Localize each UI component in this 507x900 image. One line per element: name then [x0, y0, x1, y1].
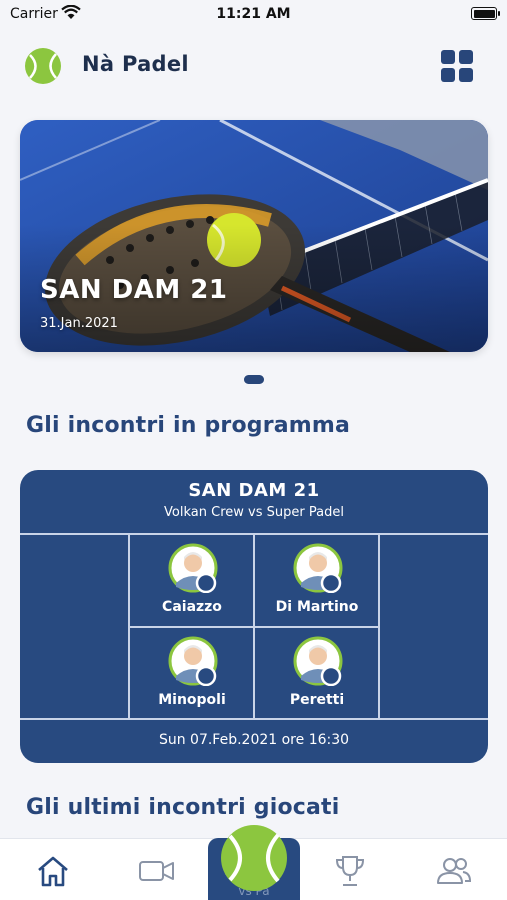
- video-icon: [139, 861, 174, 881]
- carousel-indicator[interactable]: [244, 375, 264, 384]
- home-icon: [38, 856, 68, 887]
- grid-menu-icon[interactable]: [441, 50, 473, 82]
- player-avatar-icon: [168, 543, 218, 593]
- match-title: SAN DAM 21: [188, 480, 320, 501]
- battery-icon: [471, 7, 500, 20]
- tab-players[interactable]: [434, 853, 474, 889]
- match-teams: Volkan Crew vs Super Padel: [164, 505, 344, 520]
- tab-video[interactable]: [137, 853, 177, 889]
- tab-trophy[interactable]: [330, 853, 370, 889]
- player-avatar-icon: [168, 636, 218, 686]
- tennis-ball-icon: [221, 825, 287, 891]
- tab-center-matches[interactable]: NàM vs Pa: [208, 822, 300, 900]
- player-avatar-icon: [293, 636, 343, 686]
- featured-event-card[interactable]: SAN DAM 21 31.Jan.2021: [20, 120, 488, 352]
- tab-home[interactable]: [33, 853, 73, 889]
- player-slot[interactable]: Di Martino: [255, 535, 379, 627]
- player-name: Peretti: [289, 692, 345, 708]
- player-slot[interactable]: Minopoli: [130, 628, 254, 720]
- player-name: Minopoli: [158, 692, 226, 708]
- match-datetime: Sun 07.Feb.2021 ore 16:30: [158, 732, 350, 748]
- player-name: Caiazzo: [162, 599, 222, 615]
- trophy-icon: [335, 856, 365, 886]
- tennis-ball-logo-icon: [25, 48, 61, 84]
- player-slot[interactable]: Peretti: [255, 628, 379, 720]
- app-title: Nà Padel: [82, 52, 189, 76]
- app-header: Nà Padel: [0, 30, 507, 110]
- player-slot[interactable]: Caiazzo: [130, 535, 254, 627]
- status-bar: Carrier 11:21 AM: [0, 0, 507, 30]
- recent-section-title: Gli ultimi incontri giocati: [26, 795, 340, 820]
- status-time: 11:21 AM: [216, 6, 291, 22]
- player-name: Di Martino: [275, 599, 359, 615]
- event-title: SAN DAM 21: [40, 275, 228, 305]
- upcoming-section-title: Gli incontri in programma: [26, 413, 351, 438]
- users-icon: [437, 858, 472, 884]
- match-card[interactable]: SAN DAM 21 Volkan Crew vs Super Padel Ca…: [20, 470, 488, 763]
- event-date: 31.Jan.2021: [40, 316, 118, 331]
- player-avatar-icon: [293, 543, 343, 593]
